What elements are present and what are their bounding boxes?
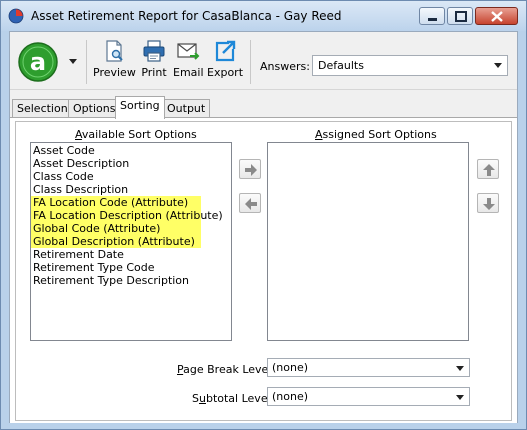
assigned-heading-accesskey: A [315, 128, 323, 141]
toolbar: a Preview Print Email Export Answers: De… [10, 32, 517, 90]
email-label: Email [173, 66, 204, 79]
list-item[interactable]: Retirement Type Description [31, 274, 231, 287]
assigned-sort-options-list[interactable] [267, 142, 469, 341]
chevron-down-icon [456, 366, 464, 371]
page-break-level-label: Page Break Level: [177, 363, 275, 376]
list-item[interactable]: Retirement Type Code [31, 261, 231, 274]
available-heading-accesskey: A [75, 128, 82, 141]
assigned-sort-options-heading: Assigned Sort Options [315, 128, 437, 141]
print-button[interactable]: Print [139, 39, 169, 79]
app-logo-icon: a [18, 42, 58, 82]
subtotal-level-label: Subtotal Level: [192, 392, 274, 405]
client-area: a Preview Print Email Export Answers: De… [9, 31, 518, 423]
export-icon [215, 40, 236, 62]
app-pie-icon [8, 8, 24, 24]
list-item[interactable]: Class Description [31, 183, 231, 196]
available-sort-options-list[interactable]: Asset Code Asset Description Class Code … [30, 142, 232, 341]
available-sort-options-heading: Available Sort Options [75, 128, 197, 141]
arrow-up-icon [483, 164, 495, 176]
arrow-left-icon [245, 198, 257, 210]
export-button[interactable]: Export [207, 39, 243, 79]
available-heading-text: vailable Sort Options [81, 128, 197, 141]
maximize-button[interactable] [447, 7, 473, 25]
move-up-button[interactable] [477, 159, 499, 179]
list-item[interactable]: FA Location Description (Attribute) [31, 209, 223, 222]
arrow-right-icon [245, 164, 257, 176]
email-button[interactable]: Email [173, 39, 204, 79]
report-window: Asset Retirement Report for CasaBlanca -… [0, 0, 527, 430]
remove-sort-option-button[interactable] [239, 193, 261, 213]
list-item[interactable]: Asset Description [31, 157, 231, 170]
tab-output[interactable]: Output [162, 99, 211, 118]
close-icon [491, 11, 503, 22]
toolbar-separator [250, 40, 251, 84]
answers-label: Answers: [260, 60, 310, 73]
list-item[interactable]: Global Description (Attribute) [31, 235, 201, 248]
minimize-icon [428, 18, 437, 21]
page-break-level-value: (none) [272, 361, 309, 374]
chevron-down-icon [494, 63, 502, 68]
preview-button[interactable]: Preview [93, 39, 136, 79]
subtotal-accesskey: u [198, 392, 206, 405]
close-button[interactable] [475, 7, 518, 25]
tab-sorting[interactable]: Sorting [115, 96, 165, 119]
answers-select[interactable]: Defaults [312, 55, 508, 76]
chevron-down-icon[interactable] [68, 57, 78, 65]
chevron-down-icon [456, 395, 464, 400]
subtotal-level-select[interactable]: (none) [267, 387, 470, 406]
list-item[interactable]: Class Code [31, 170, 231, 183]
list-item[interactable]: Asset Code [31, 144, 231, 157]
title-bar[interactable]: Asset Retirement Report for CasaBlanca -… [1, 1, 526, 31]
tab-options[interactable]: Options [68, 99, 121, 118]
export-label: Export [207, 66, 244, 79]
list-item[interactable]: Retirement Date [31, 248, 231, 261]
printer-icon [143, 40, 165, 62]
list-item[interactable]: FA Location Code (Attribute) [31, 196, 201, 209]
list-item[interactable]: Global Code (Attribute) [31, 222, 201, 235]
minimize-button[interactable] [419, 7, 445, 25]
svg-text:a: a [30, 48, 46, 76]
subtotal-label-lead: S [192, 392, 199, 405]
add-sort-option-button[interactable] [239, 159, 261, 179]
app-logo-button[interactable]: a [16, 41, 60, 83]
answers-value: Defaults [318, 59, 364, 72]
arrow-down-icon [483, 198, 495, 210]
email-icon [177, 43, 200, 60]
maximize-icon [455, 11, 467, 22]
assigned-heading-text: ssigned Sort Options [322, 128, 437, 141]
page-break-level-select[interactable]: (none) [267, 358, 470, 377]
window-title: Asset Retirement Report for CasaBlanca -… [31, 9, 342, 23]
preview-label: Preview [93, 66, 136, 79]
tab-strip: Selection Options Sorting Output [10, 96, 517, 119]
subtotal-label-text: btotal Level: [205, 392, 275, 405]
move-down-button[interactable] [477, 193, 499, 213]
print-label: Print [141, 66, 167, 79]
page-break-label-text: age Break Level: [183, 363, 276, 376]
tab-selection[interactable]: Selection [12, 99, 73, 118]
toolbar-separator [86, 40, 87, 84]
preview-icon [106, 40, 123, 62]
subtotal-level-value: (none) [272, 390, 309, 403]
